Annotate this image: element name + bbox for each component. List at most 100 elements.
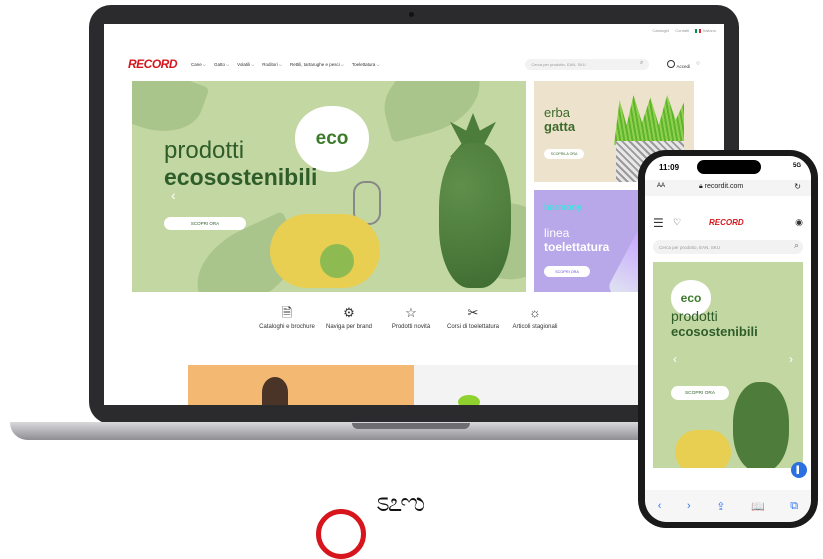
category-shortcuts: 🗎 Cataloghi e brochure ⚙ Naviga per bran…	[256, 305, 566, 355]
user-icon[interactable]: ◉	[795, 217, 803, 228]
pineapple-toy-image	[733, 382, 789, 468]
hero-discover-button[interactable]: SCOPRI ORA	[671, 386, 729, 400]
search-placeholder: Cerca per prodotto, EAN, SKU	[531, 61, 586, 67]
hero-banner[interactable]: eco prodotti ecosostenibili SCOPRI ORA ‹…	[132, 81, 526, 292]
record-brand-mark: ಽ೭ಌ	[316, 487, 486, 559]
reload-icon[interactable]: ↻	[794, 182, 801, 191]
category-grooming-courses[interactable]: ✂ Corsi di toelettatura	[442, 305, 504, 355]
site-header: RECORD Cane Gatto Volatili Roditori Rett…	[128, 54, 700, 74]
hero-title-line1: prodotti	[164, 137, 245, 164]
browser-address-bar[interactable]: AA 🔒︎ recordit.com ↻	[645, 180, 811, 196]
animal-sketch-logo: ಽ೭ಌ	[376, 487, 425, 517]
cat-grass-image	[614, 95, 684, 145]
forward-icon[interactable]: ›	[687, 500, 691, 512]
nav-item-gatto[interactable]: Gatto	[214, 62, 229, 67]
search-icon[interactable]: ⌕	[640, 60, 643, 67]
category-label: Cataloghi e brochure	[259, 324, 315, 330]
carousel-prev-icon[interactable]: ‹	[673, 352, 677, 366]
category-seasonal[interactable]: ☼ Articoli stagionali	[504, 305, 566, 355]
eco-badge-text: eco	[680, 291, 702, 305]
dog-image	[262, 377, 288, 405]
nav-item-volatili[interactable]: Volatili	[237, 62, 254, 67]
red-ring-logo	[316, 509, 366, 559]
eco-badge-text: eco	[315, 128, 349, 149]
leaf-decoration	[132, 81, 210, 145]
star-icon: ☆	[405, 305, 417, 320]
promo-grass-button[interactable]: SCOPRILA ORA	[544, 149, 584, 159]
share-icon[interactable]: ⇪	[716, 500, 725, 513]
category-label: Corsi di toelettatura	[446, 324, 500, 330]
promo-grass-line2: gatta	[544, 119, 576, 134]
bottom-banner-dog[interactable]	[188, 365, 414, 405]
bone-bag-holder-image	[675, 430, 731, 468]
scissors-icon: ✂	[467, 305, 479, 320]
url-text: 🔒︎ recordit.com	[699, 183, 743, 191]
category-label: Prodotti novità	[391, 324, 431, 330]
promo-grooming-line1: linea	[544, 226, 570, 240]
hero-discover-button[interactable]: SCOPRI ORA	[164, 217, 246, 230]
weather-icon: ☼	[529, 305, 541, 320]
status-bar: 11:09 5G	[645, 156, 811, 178]
search-input[interactable]: Cerca per prodotto, EAN, SKU ⌕	[525, 58, 650, 70]
search-placeholder: Cerca per prodotto, EAN, SKU	[659, 244, 721, 250]
carousel-next-icon[interactable]: ›	[789, 352, 793, 366]
pineapple-toy-image	[439, 143, 511, 288]
wishlist-heart-icon[interactable]: ♡	[696, 61, 700, 67]
dynamic-island	[697, 160, 761, 174]
hamburger-menu-icon[interactable]: ☰	[653, 216, 664, 230]
account-label: Accedi	[676, 63, 690, 69]
network-indicator: 5G	[792, 163, 801, 169]
chat-fab-icon[interactable]: ▌	[791, 462, 807, 478]
tabs-icon[interactable]: ⧉	[790, 500, 798, 513]
mobile-search-input[interactable]: Cerca per prodotto, EAN, SKU ⌕	[653, 240, 803, 254]
hero-title-line2: ecosostenibili	[671, 324, 758, 339]
hero-title-line2: ecosostenibili	[164, 164, 318, 190]
promo-grass-line1: erba	[544, 105, 571, 120]
phone-screen: 11:09 5G AA 🔒︎ recordit.com ↻ ☰ ♡ RECORD…	[645, 156, 811, 522]
laptop-camera	[409, 12, 414, 17]
italy-flag-icon	[695, 28, 702, 33]
hero-title-line1: prodotti	[671, 308, 718, 324]
carousel-prev-icon[interactable]: ‹	[171, 187, 176, 203]
nav-item-cane[interactable]: Cane	[191, 62, 206, 67]
url-value: recordit.com	[704, 183, 744, 190]
eco-badge: eco	[295, 106, 369, 172]
category-catalogs[interactable]: 🗎 Cataloghi e brochure	[256, 305, 318, 355]
promo-grooming-line2: toelettatura	[544, 240, 610, 254]
status-time: 11:09	[659, 163, 680, 172]
back-icon[interactable]: ‹	[658, 500, 662, 512]
main-nav: Cane Gatto Volatili Roditori Rettili, ta…	[191, 62, 380, 67]
catalog-icon: 🗎	[281, 305, 293, 320]
wishlist-heart-icon[interactable]: ♡	[673, 217, 681, 228]
record-logo[interactable]: RECORD	[128, 57, 178, 71]
browser-toolbar: ‹ › ⇪ 📖 ⧉	[645, 490, 811, 522]
bookmarks-icon[interactable]: 📖	[751, 500, 765, 513]
util-link-contacts[interactable]: Contatti	[675, 28, 689, 33]
util-link-catalogs[interactable]: Cataloghi	[652, 28, 669, 33]
language-label: Italiano	[703, 28, 716, 33]
category-label: Articoli stagionali	[512, 324, 558, 330]
bag-roll-image	[320, 244, 354, 278]
text-size-button[interactable]: AA	[657, 183, 665, 189]
category-brands[interactable]: ⚙ Naviga per brand	[318, 305, 380, 355]
product-image	[458, 395, 480, 405]
laptop-screen: Cataloghi Contatti Italiano RECORD Cane …	[104, 24, 724, 405]
promo-grooming-button[interactable]: SCOPRI ORA	[544, 266, 590, 277]
laptop-notch	[352, 423, 470, 429]
utility-links: Cataloghi Contatti Italiano	[652, 28, 716, 33]
search-icon[interactable]: ⌕	[794, 240, 799, 251]
language-selector[interactable]: Italiano	[695, 28, 716, 33]
category-new-products[interactable]: ☆ Prodotti novità	[380, 305, 442, 355]
bottom-banner-product[interactable]	[414, 365, 640, 405]
category-label: Naviga per brand	[325, 324, 373, 330]
user-icon	[667, 59, 676, 68]
nav-item-rettili[interactable]: Rettili, tartarughe e pesci	[290, 62, 344, 67]
mobile-header: ☰ ♡ RECORD ◉	[645, 212, 811, 234]
award-icon: ⚙	[343, 305, 355, 320]
account-button[interactable]: Accedi	[667, 59, 690, 69]
nav-item-roditori[interactable]: Roditori	[262, 62, 282, 67]
record-logo[interactable]: RECORD	[709, 218, 744, 227]
nav-item-toelettatura[interactable]: Toelettatura	[352, 62, 380, 67]
mobile-hero-banner[interactable]: eco prodotti ecosostenibili SCOPRI ORA ‹…	[653, 262, 803, 468]
harmony-brand-logo: harmony	[544, 202, 583, 212]
